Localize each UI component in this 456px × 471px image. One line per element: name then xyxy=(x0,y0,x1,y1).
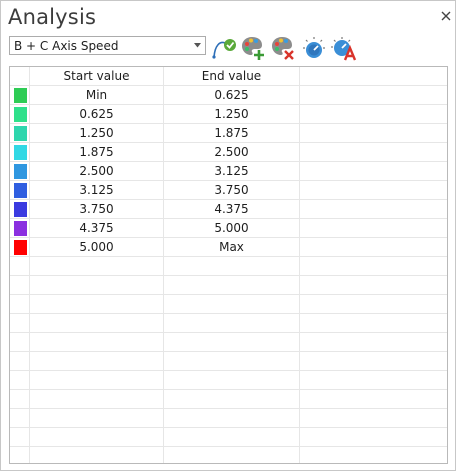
close-icon[interactable] xyxy=(440,10,452,22)
start-value-cell[interactable]: 4.375 xyxy=(30,219,163,237)
color-swatch[interactable] xyxy=(14,126,27,141)
chevron-down-icon xyxy=(194,43,201,48)
analysis-toolbar: B + C Axis Speed xyxy=(9,35,449,61)
dial-icon[interactable] xyxy=(301,35,327,61)
empty-row xyxy=(10,428,447,447)
color-swatch[interactable] xyxy=(14,221,27,236)
table-row[interactable]: 1.250 1.875 xyxy=(10,124,447,143)
color-swatch[interactable] xyxy=(14,202,27,217)
empty-row xyxy=(10,295,447,314)
table-row[interactable]: 4.375 5.000 xyxy=(10,219,447,238)
palette-plus-icon[interactable] xyxy=(241,35,267,61)
color-swatch[interactable] xyxy=(14,183,27,198)
empty-row xyxy=(10,333,447,352)
curve-check-icon[interactable] xyxy=(211,35,237,61)
table-header-row: Start value End value xyxy=(10,67,447,86)
start-value-cell[interactable]: 1.250 xyxy=(30,124,163,142)
table-row[interactable]: 0.625 1.250 xyxy=(10,105,447,124)
end-value-cell[interactable]: 5.000 xyxy=(164,219,299,237)
end-value-cell[interactable]: 4.375 xyxy=(164,200,299,218)
start-value-cell[interactable]: 1.875 xyxy=(30,143,163,161)
table-row[interactable]: 5.000 Max xyxy=(10,238,447,257)
axis-select[interactable]: B + C Axis Speed xyxy=(9,36,206,55)
start-value-cell[interactable]: 0.625 xyxy=(30,105,163,123)
end-value-cell[interactable]: 1.250 xyxy=(164,105,299,123)
start-value-cell[interactable]: 5.000 xyxy=(30,238,163,256)
start-value-cell[interactable]: Min xyxy=(30,86,163,104)
start-value-cell[interactable]: 3.750 xyxy=(30,200,163,218)
end-value-cell[interactable]: 3.125 xyxy=(164,162,299,180)
end-value-cell[interactable]: 0.625 xyxy=(164,86,299,104)
end-value-cell[interactable]: 2.500 xyxy=(164,143,299,161)
end-value-cell[interactable]: 3.750 xyxy=(164,181,299,199)
empty-row xyxy=(10,314,447,333)
axis-select-value: B + C Axis Speed xyxy=(14,39,119,53)
empty-row xyxy=(10,447,447,463)
header-start-value: Start value xyxy=(63,69,130,83)
empty-row xyxy=(10,257,447,276)
dial-a-icon[interactable] xyxy=(331,35,357,61)
palette-x-icon[interactable] xyxy=(271,35,297,61)
table-row[interactable]: 3.125 3.750 xyxy=(10,181,447,200)
table-row[interactable]: 2.500 3.125 xyxy=(10,162,447,181)
empty-row xyxy=(10,276,447,295)
empty-row xyxy=(10,352,447,371)
empty-row xyxy=(10,409,447,428)
header-end-value: End value xyxy=(201,69,262,83)
empty-row xyxy=(10,371,447,390)
panel-title: Analysis xyxy=(8,5,97,29)
analysis-panel: Analysis B + C Axis Speed Start value En… xyxy=(0,0,456,471)
color-swatch[interactable] xyxy=(14,107,27,122)
empty-row xyxy=(10,390,447,409)
color-swatch[interactable] xyxy=(14,88,27,103)
color-swatch[interactable] xyxy=(14,164,27,179)
start-value-cell[interactable]: 2.500 xyxy=(30,162,163,180)
end-value-cell[interactable]: Max xyxy=(164,238,299,256)
table-row[interactable]: 3.750 4.375 xyxy=(10,200,447,219)
color-swatch[interactable] xyxy=(14,145,27,160)
start-value-cell[interactable]: 3.125 xyxy=(30,181,163,199)
table-row[interactable]: 1.875 2.500 xyxy=(10,143,447,162)
color-swatch[interactable] xyxy=(14,240,27,255)
color-range-table: Start value End value Min 0.625 0.625 1.250… xyxy=(9,66,448,464)
table-row[interactable]: Min 0.625 xyxy=(10,86,447,105)
end-value-cell[interactable]: 1.875 xyxy=(164,124,299,142)
